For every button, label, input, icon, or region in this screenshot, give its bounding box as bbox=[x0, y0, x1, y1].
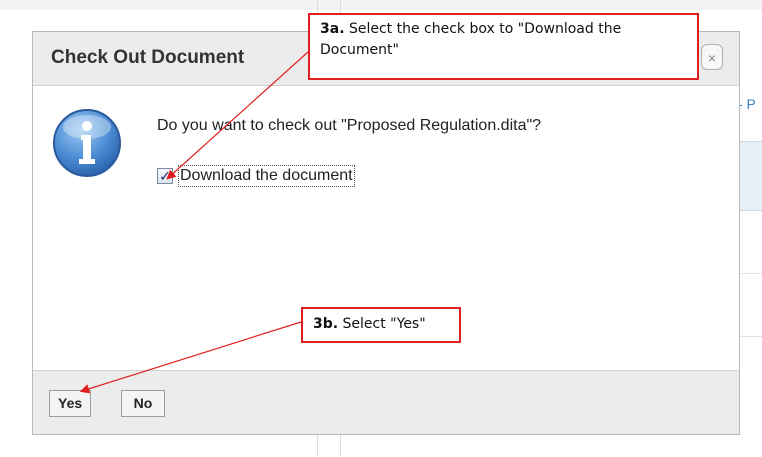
info-icon bbox=[53, 109, 121, 177]
callout-step-3b-text: Select "Yes" bbox=[338, 316, 426, 332]
background-link[interactable]: - P bbox=[738, 96, 756, 112]
callout-step-3a-text: Select the check box to "Download the Do… bbox=[320, 21, 622, 58]
callout-step-3a: 3a. Select the check box to "Download th… bbox=[308, 13, 699, 80]
close-icon[interactable]: × bbox=[701, 44, 723, 70]
dialog-title: Check Out Document bbox=[51, 47, 245, 68]
download-checkbox-label[interactable]: Download the document bbox=[178, 165, 355, 187]
no-button[interactable]: No bbox=[121, 390, 165, 417]
callout-step-3b-number: 3b. bbox=[313, 316, 339, 332]
download-checkbox[interactable]: ✓ bbox=[157, 168, 173, 184]
callout-step-3a-number: 3a. bbox=[320, 21, 345, 37]
dialog-footer: Yes No bbox=[33, 370, 739, 434]
check-out-dialog: Check Out Document × Do you want to chec… bbox=[32, 31, 740, 435]
callout-step-3b: 3b. Select "Yes" bbox=[301, 307, 461, 343]
confirmation-question: Do you want to check out "Proposed Regul… bbox=[157, 117, 542, 134]
yes-button[interactable]: Yes bbox=[49, 390, 91, 417]
background-top-bar bbox=[0, 0, 762, 10]
